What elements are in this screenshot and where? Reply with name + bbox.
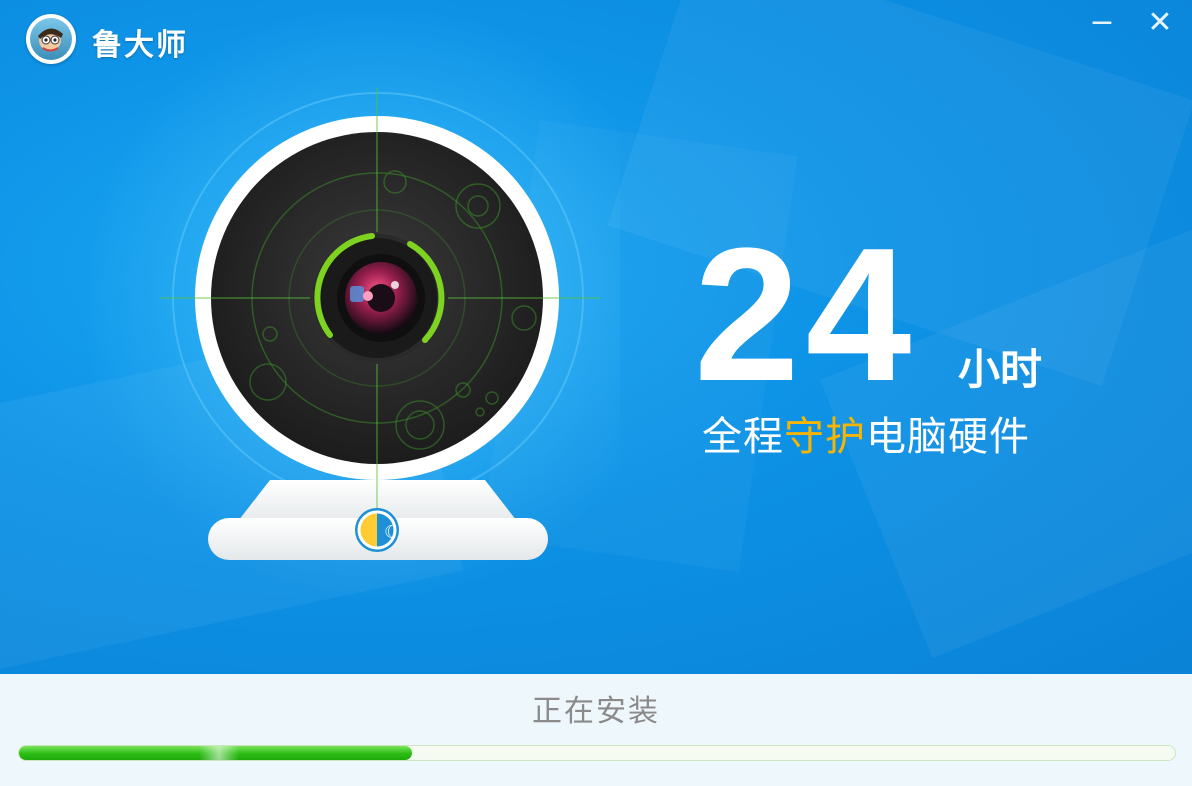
- close-button[interactable]: ✕: [1140, 6, 1180, 40]
- install-footer: 正在安装: [0, 674, 1192, 786]
- installer-window: ☾ 24 小时 全程守护电脑硬件 鲁大师 − ✕ 正在安装: [0, 0, 1192, 786]
- progress-fill: [19, 746, 413, 760]
- install-progress-bar: [18, 745, 1176, 761]
- ludashi-mascot-icon: [26, 14, 76, 64]
- webcam-radar-icon: ☾: [78, 0, 620, 600]
- promo-banner: ☾ 24 小时 全程守护电脑硬件: [0, 0, 1192, 674]
- hours-number: 24: [694, 209, 918, 421]
- title-bar: 鲁大师 − ✕: [0, 0, 1192, 80]
- slogan: 全程守护电脑硬件: [702, 404, 1030, 462]
- slogan-before: 全程: [702, 414, 784, 460]
- svg-text:☾: ☾: [384, 522, 400, 543]
- install-status: 正在安装: [532, 694, 660, 729]
- slogan-highlight: 守护: [784, 414, 866, 460]
- hours-unit: 小时: [958, 345, 1043, 394]
- slogan-after: 电脑硬件: [866, 414, 1030, 460]
- minimize-button[interactable]: −: [1082, 6, 1122, 40]
- app-name: 鲁大师: [92, 28, 188, 63]
